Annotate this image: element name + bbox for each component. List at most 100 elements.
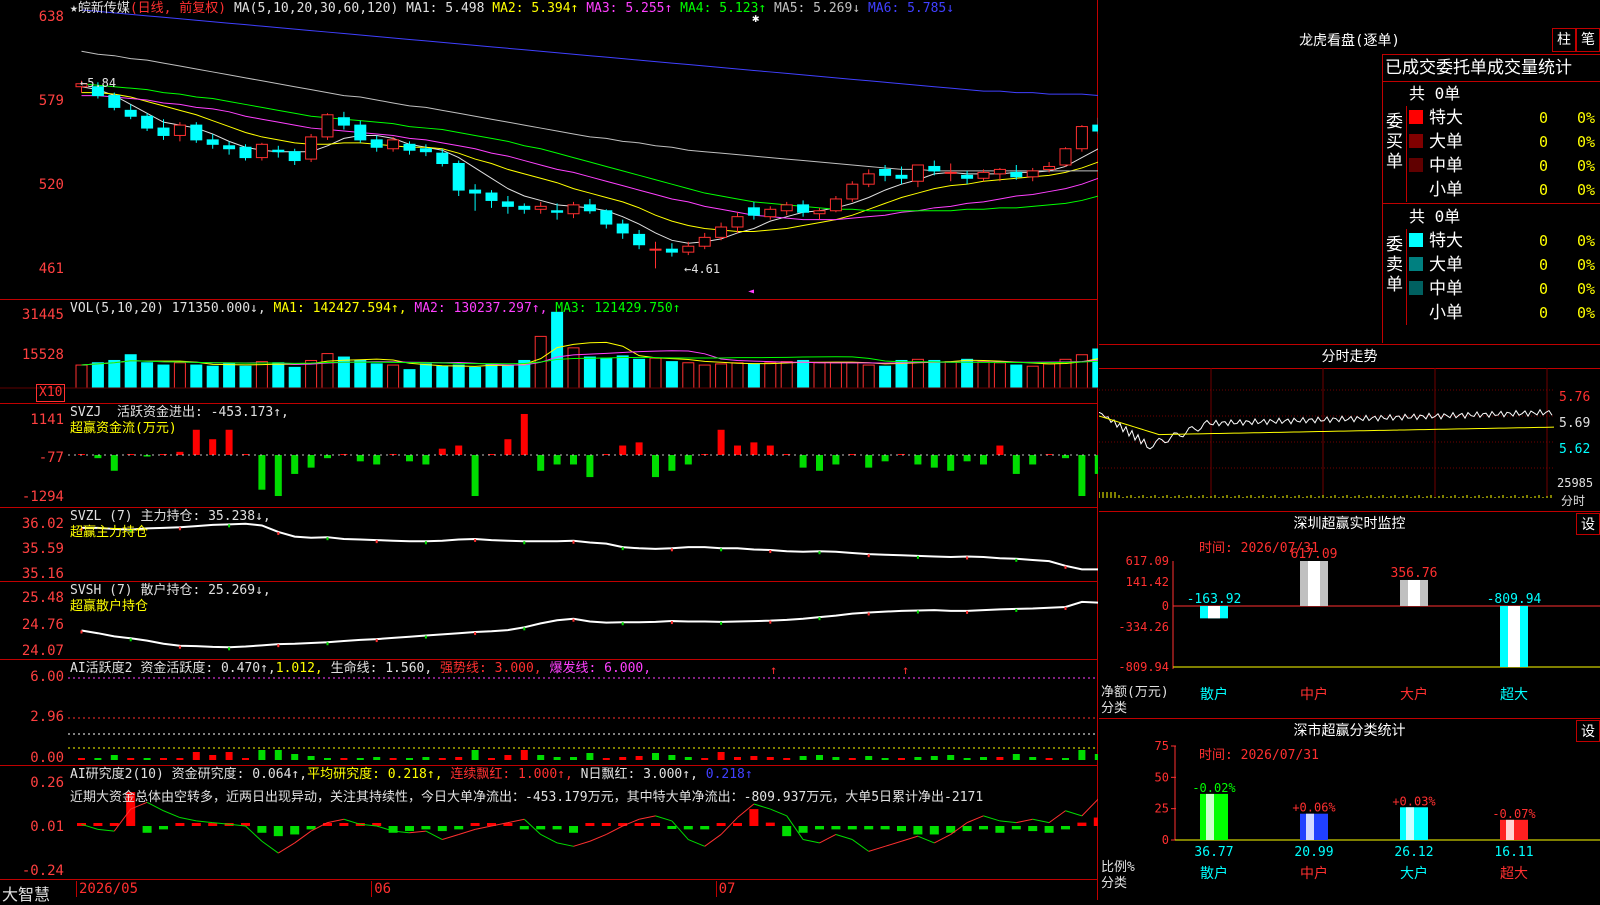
tick-mark (228, 647, 231, 651)
volume-bar (879, 365, 892, 389)
order-count: 0 (1539, 109, 1549, 127)
flow-bar (766, 445, 774, 455)
candle (928, 165, 941, 172)
tick-mark (523, 541, 526, 545)
sz-monitor-panel[interactable]: 深圳超赢实时监控 设 时间: 2026/07/31 617.09 141.42 0-… (1099, 513, 1600, 719)
volume-bar (633, 358, 646, 389)
kline-panel[interactable]: ✱ ◄ 638 579 520 461 ★皖新传媒(日线, 前复权) MA(5,1… (0, 0, 1098, 300)
category-label: 中户 (1300, 865, 1328, 882)
order-type: 中单 (1429, 156, 1463, 176)
tick-mode-button[interactable]: 笔 (1576, 28, 1600, 52)
flow-bar (865, 455, 873, 468)
svzj-panel[interactable]: 1141 -77 -1294 SVZJ 活跃资金进出: -453.173↑, 超赢… (0, 404, 1098, 508)
candle (403, 143, 416, 151)
longhu-title: 龙虎看盘(逐单) (1299, 33, 1400, 49)
volume-bar (403, 369, 416, 389)
research-bar (929, 826, 939, 835)
tick-mark (375, 639, 378, 643)
volume-bar (124, 354, 137, 389)
volume-panel[interactable]: 31445 15528 X10 VOL(5,10,20) 171350.000↓… (0, 300, 1098, 404)
flow-bar (586, 455, 594, 478)
candle (1059, 148, 1072, 166)
sz-monitor-chart[interactable]: 617.09 141.42 0 -334.26 -809.94 -163.92 散户 617.… (1099, 513, 1600, 719)
order-type: 小单 (1429, 303, 1463, 323)
order-count: 0 (1539, 181, 1549, 199)
volume-bar (928, 359, 941, 389)
research-bar (765, 822, 775, 826)
ai-activity-panel[interactable]: ↑ ↑ 6.00 2.96 0.00 AI活跃度2 资金活跃度: 0.470↑,1… (0, 660, 1098, 766)
buy-orders: 共 0单 委买单 特大 0 0% 大单 0 0% 中单 0 0% 小单 0 0% (1383, 82, 1600, 204)
kline-info: ★皖新传媒(日线, 前复权) MA(5,10,20,30,60,120) MA1… (70, 1, 954, 17)
tick-mark (966, 610, 969, 614)
research-line (556, 842, 574, 847)
kline-chart[interactable]: ✱◄ (0, 0, 1098, 300)
svzl-tick: 36.02 (21, 516, 64, 532)
tick-mark (129, 638, 132, 642)
activity-bar (488, 758, 495, 760)
order-total: 共 0单 (1409, 84, 1461, 103)
svzl-panel[interactable]: 36.02 35.59 35.16 SVZL (7) 主力持仓: 35.238↓… (0, 508, 1098, 582)
tick-mark (277, 644, 280, 648)
tick-mark (966, 556, 969, 560)
research-bar (109, 823, 119, 826)
legend-swatch (1409, 233, 1423, 247)
sz-stat-chart[interactable]: 75 50 25 0 -0.02% 36.77 散户 +0.06% 20.99 中户 +0.03% 2… (1099, 720, 1600, 900)
tick-mark (720, 621, 723, 625)
research-line (999, 820, 1017, 824)
tick-mark (916, 555, 919, 559)
candle (1010, 171, 1023, 178)
candle (419, 148, 432, 153)
candle (223, 145, 236, 150)
stock-name: ★皖新传媒 (70, 1, 130, 16)
left-chart-area[interactable]: ✱ ◄ 638 579 520 461 ★皖新传媒(日线, 前复权) MA(5,1… (0, 0, 1098, 904)
volume-bar (1043, 363, 1056, 389)
longhu-panel[interactable]: 龙虎看盘(逐单) 柱 笔 已成交委托单成交量统计 共 0单 委买单 特大 0 0% 大单 0… (1099, 0, 1600, 345)
volume-bar (157, 364, 170, 389)
volume-bar (501, 364, 514, 389)
flow-bar (471, 455, 479, 497)
up-arrow: ↑ (770, 663, 777, 677)
x-axis-label: 06 (371, 881, 391, 897)
activity-bar (717, 752, 725, 760)
svsh-tick: 24.07 (21, 643, 64, 659)
flow-bar (520, 413, 528, 455)
candle (321, 114, 334, 138)
volume-bar (387, 364, 400, 389)
order-percent: 0% (1577, 232, 1596, 250)
activity-bar (356, 758, 364, 760)
candle (649, 248, 662, 251)
volume-bar (747, 363, 760, 389)
intraday-chart[interactable] (1099, 346, 1600, 512)
ai-research-chart[interactable] (0, 766, 1098, 880)
volume-bar (337, 356, 350, 389)
y-tick: 75 (1155, 739, 1169, 753)
bar-highlight (1308, 561, 1320, 606)
period-label: (日线, 前复权) (129, 1, 227, 16)
ai-research-panel[interactable]: 0.26 0.01 -0.24 AI研究度2(10) 资金研究度: 0.064↑… (0, 766, 1098, 880)
activity-bar (209, 755, 217, 760)
bar-mode-button[interactable]: 柱 (1552, 28, 1576, 52)
intraday-panel[interactable]: 分时走势 5.76 5.69 5.62 25985 分时 (1099, 346, 1600, 512)
research-line (901, 835, 919, 842)
sell-orders: 共 0单 委卖单 特大 0 0% 大单 0 0% 中单 0 0% 小单 0 0% (1383, 205, 1600, 327)
bar-value: -809.94 (1487, 592, 1542, 607)
research-bar (634, 823, 644, 826)
ma-line (81, 86, 1098, 244)
flow-bar (570, 455, 577, 465)
flow-bar (799, 455, 807, 468)
research-bar (454, 826, 464, 830)
activity-bar (1012, 754, 1020, 760)
order-count: 0 (1539, 280, 1549, 298)
research-line (179, 817, 197, 822)
y-tick: 141.42 (1126, 575, 1169, 589)
research-line (868, 845, 886, 852)
sz-stat-panel[interactable]: 深市超赢分类统计 设 时间: 2026/07/31 75 50 25 0 -0.02% 3… (1099, 720, 1600, 900)
activity-bar (274, 750, 282, 760)
volume-bar (567, 347, 580, 389)
research-bar (716, 823, 726, 826)
intraday-price: 5.62 (1559, 442, 1591, 457)
svzj-info: SVZJ 活跃资金进出: -453.173↑, 超赢资金流(万元) (70, 405, 289, 436)
research-line (278, 842, 295, 854)
svsh-panel[interactable]: 25.48 24.76 24.07 SVSH (7) 散户持仓: 25.269↓… (0, 582, 1098, 660)
candle (665, 248, 678, 253)
